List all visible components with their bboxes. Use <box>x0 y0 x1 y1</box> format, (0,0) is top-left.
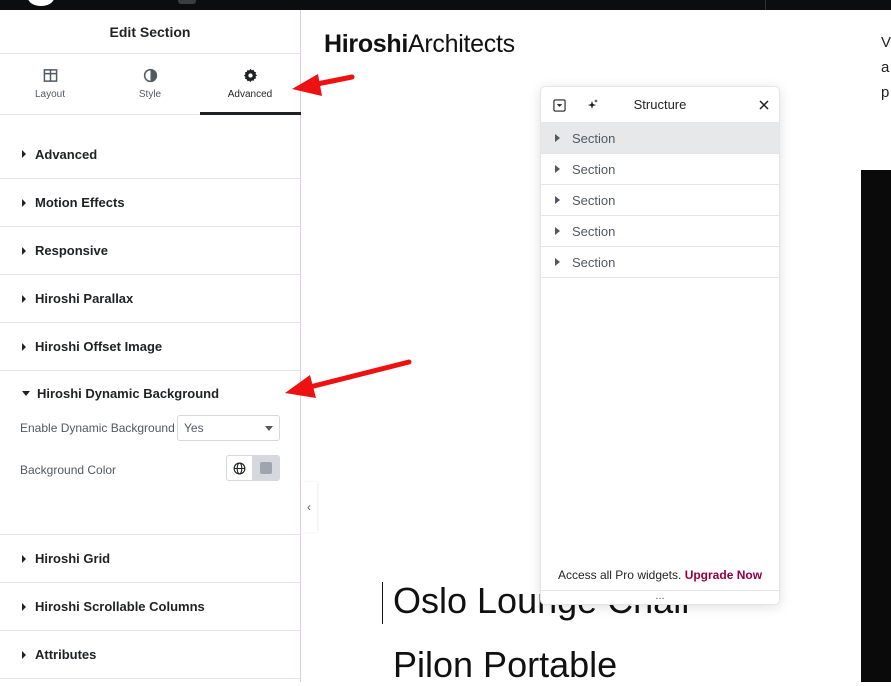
section-label: Motion Effects <box>35 195 125 210</box>
section-label: Hiroshi Offset Image <box>35 339 163 354</box>
section-responsive[interactable]: Responsive <box>0 227 300 275</box>
section-label: Responsive <box>35 243 108 258</box>
row-label: Section <box>572 161 616 177</box>
section-hiroshi-grid[interactable]: Hiroshi Grid <box>0 535 300 583</box>
section-label: Hiroshi Parallax <box>35 291 134 306</box>
text-line: p <box>881 84 890 101</box>
section-hiroshi-dynamic-background[interactable]: Hiroshi Dynamic Background <box>0 371 300 415</box>
collapse-panel-button[interactable]: ‹ <box>301 482 317 532</box>
topbar-divider <box>765 0 766 10</box>
logo-bold: Hiroshi <box>324 30 409 58</box>
structure-header: Structure <box>541 87 779 123</box>
row-label: Section <box>572 130 616 146</box>
structure-row[interactable]: Section <box>541 216 779 247</box>
topbar-button[interactable] <box>178 0 196 4</box>
caret-right-icon <box>22 554 26 563</box>
section-label: Hiroshi Dynamic Background <box>37 385 220 401</box>
section-motion-effects[interactable]: Motion Effects <box>0 179 300 227</box>
panel-header: Edit Section <box>0 10 300 54</box>
row-label: Section <box>572 254 616 270</box>
upgrade-now-link[interactable]: Upgrade Now <box>685 568 762 582</box>
color-picker-button[interactable] <box>253 456 279 480</box>
section-label: Advanced <box>35 146 98 162</box>
section-attributes[interactable]: Attributes <box>0 631 300 679</box>
caret-right-icon <box>22 246 26 255</box>
structure-row[interactable]: Section <box>541 185 779 216</box>
panel-title: Edit Section <box>109 23 191 40</box>
enable-dynamic-background-select[interactable]: Yes <box>177 415 280 441</box>
close-icon[interactable] <box>757 98 771 112</box>
panel-tabs: Layout Style Advanced <box>0 54 301 115</box>
row-label: Section <box>572 223 616 239</box>
globe-icon <box>233 462 246 474</box>
tab-label: Layout <box>34 89 66 100</box>
background-color-control <box>226 455 280 481</box>
caret-right-icon <box>555 227 560 235</box>
tab-style[interactable]: Style <box>100 54 200 114</box>
color-swatch <box>260 462 272 474</box>
section-label: Attributes <box>35 647 97 662</box>
caret-right-icon <box>555 196 560 204</box>
caret-right-icon <box>22 602 26 611</box>
chevron-left-icon: ‹ <box>307 500 311 514</box>
editor-panel: Edit Section Layout Style Advanced Advan… <box>0 10 301 682</box>
app-logo[interactable] <box>28 0 54 6</box>
select-value: Yes <box>184 421 204 435</box>
caret-right-icon <box>22 294 26 303</box>
site-logo[interactable]: HiroshiArchitects <box>324 30 515 59</box>
arrow-annotation-icon <box>292 74 355 96</box>
contrast-icon <box>143 68 157 83</box>
background-color-label: Background Color <box>20 463 117 477</box>
chevron-down-icon <box>265 426 273 431</box>
tab-label: Style <box>138 89 162 100</box>
caret-right-icon <box>555 258 560 266</box>
clipped-text: V a p <box>881 30 891 105</box>
logo-regular: Architects <box>408 30 515 58</box>
promo-text: Access all Pro widgets. <box>557 568 682 582</box>
section-hiroshi-scrollable-columns[interactable]: Hiroshi Scrollable Columns <box>0 583 300 631</box>
structure-row[interactable]: Section <box>541 154 779 185</box>
structure-panel: Structure Section Section Section Sectio… <box>540 86 780 605</box>
layout-icon <box>43 69 57 82</box>
enable-dynamic-background-label: Enable Dynamic Background <box>20 421 175 435</box>
structure-row[interactable]: Section <box>541 247 779 278</box>
product-title-2[interactable]: Pilon Portable <box>393 644 617 686</box>
row-label: Section <box>572 192 616 208</box>
caret-right-icon <box>555 165 560 173</box>
section-hiroshi-offset-image[interactable]: Hiroshi Offset Image <box>0 323 300 371</box>
resize-handle[interactable]: ... <box>541 590 779 604</box>
upgrade-promo: Access all Pro widgets. Upgrade Now <box>541 568 779 582</box>
caret-right-icon <box>22 650 26 659</box>
caret-right-icon <box>22 342 26 351</box>
caret-down-icon <box>22 390 30 396</box>
tab-layout[interactable]: Layout <box>0 54 100 114</box>
dark-image-block <box>861 170 891 682</box>
global-colors-button[interactable] <box>227 456 254 480</box>
structure-row[interactable]: Section <box>541 123 779 154</box>
gear-icon <box>243 68 257 83</box>
arrow-annotation-icon <box>285 359 412 398</box>
caret-right-icon <box>555 134 560 142</box>
dynamic-background-controls: Enable Dynamic Background Yes Background… <box>0 415 300 535</box>
text-line: a <box>881 59 890 76</box>
tab-advanced[interactable]: Advanced <box>200 54 301 115</box>
section-label: Hiroshi Grid <box>35 551 111 566</box>
text-cursor <box>382 582 383 624</box>
caret-right-icon <box>22 150 26 158</box>
section-list: Advanced Motion Effects Responsive Hiros… <box>0 116 300 679</box>
section-advanced[interactable]: Advanced <box>0 116 300 179</box>
caret-right-icon <box>22 198 26 207</box>
section-label: Hiroshi Scrollable Columns <box>35 599 205 614</box>
tab-label: Advanced <box>227 89 273 100</box>
top-bar <box>0 0 891 10</box>
text-line: V <box>881 34 891 51</box>
structure-title: Structure <box>633 97 687 112</box>
section-hiroshi-parallax[interactable]: Hiroshi Parallax <box>0 275 300 323</box>
